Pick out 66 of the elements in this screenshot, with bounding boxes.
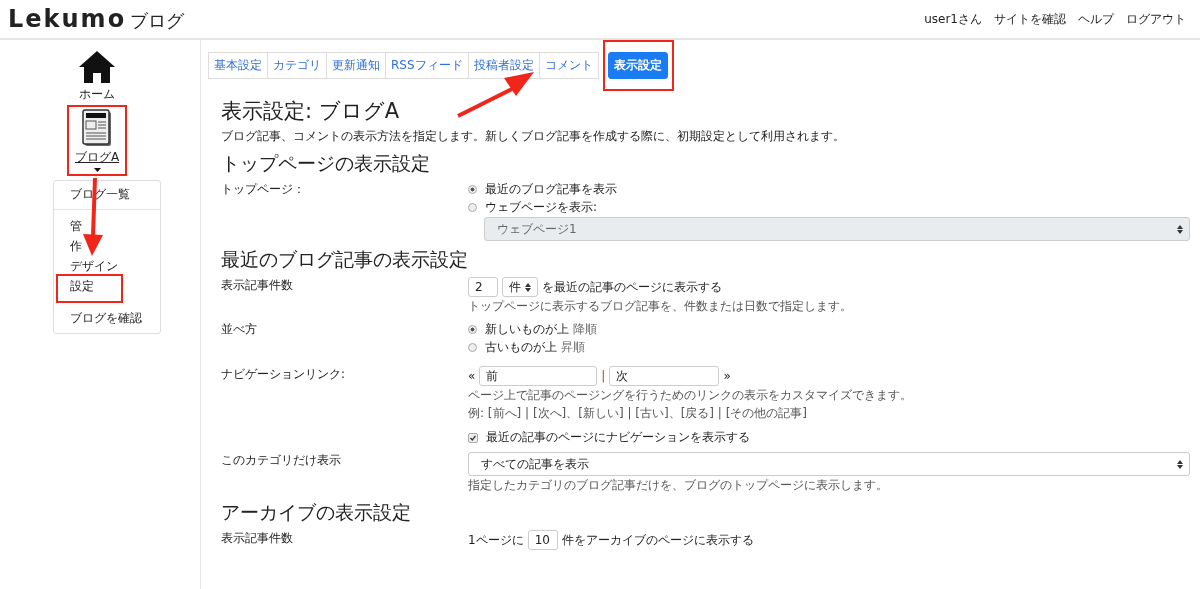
count-suffix: を最近の記事のページに表示する bbox=[542, 278, 722, 296]
blog-link[interactable]: ブログA bbox=[74, 109, 120, 172]
section-heading: アーカイブの表示設定 bbox=[221, 500, 412, 525]
home-link[interactable]: ホーム bbox=[78, 50, 116, 103]
radio-button[interactable] bbox=[468, 185, 477, 194]
checkbox[interactable] bbox=[468, 432, 478, 443]
help-text: トップページに表示するブログ記事を、件数または日数で指定します。 bbox=[468, 298, 853, 315]
settings-tab[interactable]: 基本設定 bbox=[208, 52, 268, 79]
menu-item[interactable]: ブログを確認 bbox=[54, 308, 160, 328]
page-title: 表示設定: ブログA bbox=[221, 98, 401, 125]
page-description: ブログ記事、コメントの表示方法を指定します。新しくブログ記事を作成する際に、初期設定として利用されます。 bbox=[221, 128, 846, 145]
menu-item[interactable]: 作 bbox=[54, 236, 160, 256]
settings-tab[interactable]: 投稿者設定 bbox=[467, 52, 540, 79]
open-quote: « bbox=[468, 369, 476, 383]
radio-button[interactable] bbox=[468, 203, 477, 212]
help-text: ページ上で記事のページングを行うためのリンクの表示をカスタマイズできます。 bbox=[468, 387, 913, 404]
checkbox-label: 最近の記事のページにナビゲーションを表示する bbox=[486, 429, 750, 446]
section-heading: 最近のブログ記事の表示設定 bbox=[221, 247, 469, 272]
sort-icon bbox=[1177, 459, 1183, 469]
settings-tab[interactable]: コメント bbox=[538, 52, 599, 79]
field-label: 表示記事件数 bbox=[221, 277, 294, 294]
highlight-frame bbox=[56, 274, 123, 303]
menu-item[interactable]: 管 bbox=[54, 216, 160, 236]
menu-item[interactable]: 設定 bbox=[54, 276, 160, 296]
sort-icon bbox=[525, 282, 531, 292]
help-text: 指定したカテゴリのブログ記事だけを、ブログのトップページに表示します。 bbox=[468, 477, 889, 494]
logo-suffix: ブログ bbox=[130, 9, 185, 33]
option-label: 新しいものが上 降順 bbox=[485, 321, 597, 338]
count-prefix: 1ページに bbox=[468, 531, 524, 549]
field-label: ナビゲーションリンク: bbox=[221, 366, 347, 383]
nav-link[interactable]: サイトを確認 bbox=[994, 10, 1066, 28]
nav-link[interactable]: ログアウト bbox=[1126, 10, 1186, 28]
close-quote: » bbox=[723, 369, 731, 383]
logo[interactable]: Lekumo bbox=[8, 5, 127, 33]
field-label: 表示記事件数 bbox=[221, 530, 294, 547]
field-label: このカテゴリだけ表示 bbox=[221, 452, 342, 469]
nav-link[interactable]: user1さん bbox=[924, 10, 982, 28]
document-icon bbox=[82, 109, 112, 147]
menu-item[interactable]: ブログ一覧 bbox=[54, 184, 160, 204]
menu-item[interactable]: デザイン bbox=[54, 256, 160, 276]
radio-button[interactable] bbox=[468, 343, 477, 352]
unit-select[interactable]: 件 bbox=[502, 277, 538, 297]
caret-icon bbox=[93, 168, 101, 172]
page-select[interactable]: ウェブページ1 bbox=[484, 217, 1190, 241]
settings-tab[interactable]: カテゴリ bbox=[267, 52, 327, 79]
section-heading: トップページの表示設定 bbox=[221, 151, 431, 176]
next-input[interactable]: 次 bbox=[609, 366, 720, 386]
field-label: 並べ方 bbox=[221, 321, 258, 338]
example-text: 例: [前へ] | [次へ]、[新しい] | [古い]、[戻る] | [その他の記事] bbox=[468, 405, 809, 422]
field-label: トップページ： bbox=[221, 181, 306, 198]
count-input[interactable]: 2 bbox=[468, 277, 498, 297]
option-label: 最近のブログ記事を表示 bbox=[485, 181, 617, 198]
prev-input[interactable]: 前 bbox=[479, 366, 598, 386]
nav-link[interactable]: ヘルプ bbox=[1078, 10, 1114, 28]
settings-tab[interactable]: 表示設定 bbox=[607, 52, 668, 79]
separator: | bbox=[601, 369, 606, 383]
radio-button[interactable] bbox=[468, 325, 477, 334]
category-select[interactable]: すべての記事を表示 bbox=[468, 452, 1190, 476]
sort-icon bbox=[1177, 224, 1183, 234]
count-suffix: 件をアーカイブのページに表示する bbox=[561, 531, 754, 549]
settings-tab[interactable]: RSSフィード bbox=[385, 52, 469, 79]
house-icon bbox=[78, 50, 116, 84]
count-input[interactable]: 10 bbox=[527, 530, 558, 550]
option-label: ウェブページを表示: bbox=[485, 199, 598, 216]
settings-tab[interactable]: 更新通知 bbox=[326, 52, 386, 79]
option-label: 古いものが上 昇順 bbox=[485, 339, 585, 356]
